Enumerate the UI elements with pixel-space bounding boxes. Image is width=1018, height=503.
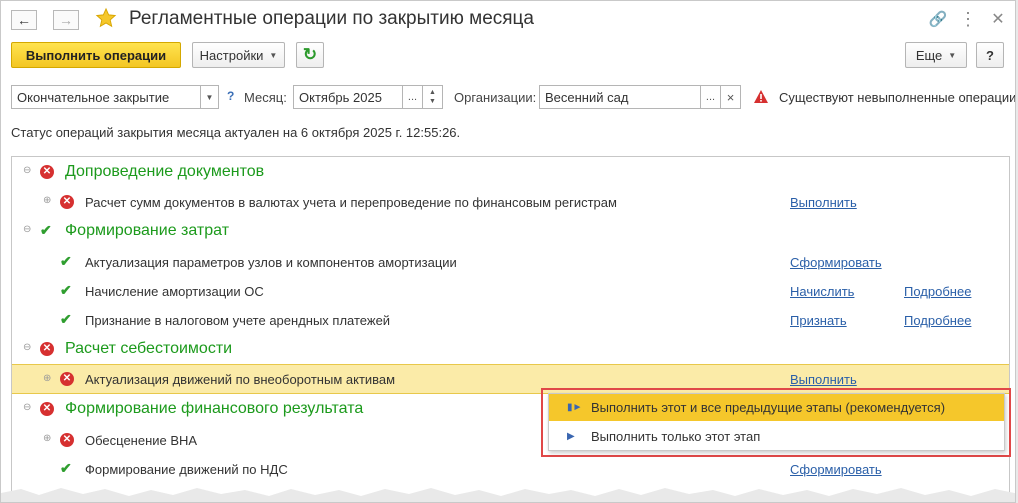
month-pick-button[interactable]: ...	[402, 85, 423, 109]
more-button[interactable]: Еще ▼	[905, 42, 967, 68]
error-icon: ✕	[40, 165, 54, 179]
double-arrow-icon: ▮►	[567, 402, 583, 413]
chevron-up-icon[interactable]: ▲	[429, 88, 436, 97]
warning-text: Существуют невыполненные операции	[779, 90, 1016, 105]
chevron-down-icon[interactable]: ▼	[200, 85, 219, 109]
menu-item-label: Выполнить этот и все предыдущие этапы (р…	[591, 400, 946, 415]
item-text: Признание в налоговом учете арендных пла…	[85, 313, 391, 328]
kebab-icon[interactable]: ⋮	[958, 9, 978, 29]
month-label: Месяц:	[244, 90, 287, 105]
details-link[interactable]: Подробнее	[904, 284, 971, 299]
error-icon: ✕	[40, 402, 54, 416]
window-title: Регламентные операции по закрытию месяца	[129, 8, 534, 29]
item-text: Актуализация параметров узлов и компонен…	[85, 255, 457, 270]
list-item[interactable]: ✔ Актуализация параметров узлов и компон…	[12, 247, 1009, 276]
check-icon: ✔	[60, 282, 72, 298]
chevron-down-icon: ▼	[269, 50, 278, 60]
list-item[interactable]: ⊕ ✕ Расчет сумм документов в валютах уче…	[12, 187, 1009, 216]
expand-icon[interactable]: ⊕	[43, 433, 51, 444]
group-title: Формирование затрат	[65, 222, 230, 239]
details-link[interactable]: Подробнее	[904, 313, 971, 328]
forward-button[interactable]: →	[53, 10, 79, 30]
collapse-icon[interactable]: ⊖	[23, 165, 31, 176]
action-link[interactable]: Выполнить	[790, 372, 857, 387]
execute-operations-button[interactable]: Выполнить операции	[11, 42, 181, 68]
check-icon: ✔	[40, 222, 52, 238]
help-mark[interactable]: ?	[227, 89, 234, 103]
list-item[interactable]: ✔ Начисление амортизации ОС Начислить По…	[12, 276, 1009, 305]
action-link[interactable]: Признать	[790, 313, 847, 328]
item-text: Актуализация движений по внеоборотным ак…	[85, 372, 396, 387]
link-icon[interactable]: 🔗	[928, 9, 948, 29]
help-button[interactable]: ?	[976, 42, 1004, 68]
item-text: Формирование движений по НДС	[85, 462, 288, 477]
group-row[interactable]: ⊖ ✕ Допроведение документов	[12, 158, 1009, 187]
action-link[interactable]: Начислить	[790, 284, 854, 299]
arrow-left-icon: ←	[17, 12, 31, 28]
arrow-right-icon: ▶	[567, 431, 575, 442]
group-title: Допроведение документов	[65, 163, 265, 180]
check-icon: ✔	[60, 311, 72, 327]
chevron-down-icon[interactable]: ▼	[429, 97, 436, 106]
collapse-icon[interactable]: ⊖	[23, 224, 31, 235]
execute-all-previous-item[interactable]: ▮► Выполнить этот и все предыдущие этапы…	[549, 394, 1004, 421]
torn-edge	[1, 488, 1015, 502]
month-stepper[interactable]: ▲ ▼	[422, 85, 443, 109]
warning-triangle-icon	[754, 90, 768, 103]
group-row[interactable]: ⊖ ✕ Расчет себестоимости	[12, 335, 1009, 364]
org-pick-button[interactable]: ...	[700, 85, 721, 109]
execute-popup-menu: ▮► Выполнить этот и все предыдущие этапы…	[548, 393, 1005, 451]
action-link[interactable]: Сформировать	[790, 462, 882, 477]
check-icon: ✔	[60, 460, 72, 476]
more-label: Еще	[915, 47, 943, 63]
error-icon: ✕	[60, 372, 74, 386]
back-button[interactable]: ←	[11, 10, 37, 30]
collapse-icon[interactable]: ⊖	[23, 342, 31, 353]
refresh-button[interactable]: ↻	[296, 42, 324, 68]
status-text: Статус операций закрытия месяца актуален…	[11, 125, 461, 140]
group-title: Формирование финансового результата	[65, 400, 364, 417]
organization-field[interactable]: Весенний сад	[539, 85, 701, 109]
execute-only-this-item[interactable]: ▶ Выполнить только этот этап	[549, 423, 1004, 450]
list-item[interactable]: ✔ Признание в налоговом учете арендных п…	[12, 305, 1009, 334]
error-icon: ✕	[40, 342, 54, 356]
month-field[interactable]: Октябрь 2025	[293, 85, 403, 109]
group-title: Расчет себестоимости	[65, 340, 233, 357]
item-text: Расчет сумм документов в валютах учета и…	[85, 195, 617, 210]
action-link[interactable]: Выполнить	[790, 195, 857, 210]
closing-mode-select[interactable]: Окончательное закрытие	[11, 85, 207, 109]
close-icon[interactable]: ✕	[988, 9, 1008, 29]
error-icon: ✕	[60, 195, 74, 209]
menu-item-label: Выполнить только этот этап	[591, 429, 761, 444]
expand-icon[interactable]: ⊕	[43, 195, 51, 206]
group-row[interactable]: ⊖ ✔ Формирование затрат	[12, 217, 1009, 246]
chevron-down-icon: ▼	[948, 50, 957, 60]
window: ← → Регламентные операции по закрытию ме…	[0, 0, 1016, 503]
arrow-right-icon: →	[59, 12, 73, 28]
refresh-icon: ↻	[302, 45, 318, 64]
error-icon: ✕	[60, 433, 74, 447]
item-text: Начисление амортизации ОС	[85, 284, 264, 299]
collapse-icon[interactable]: ⊖	[23, 402, 31, 413]
org-label: Организации:	[454, 90, 537, 105]
settings-button[interactable]: Настройки ▼	[192, 42, 285, 68]
star-icon[interactable]	[95, 7, 117, 29]
expand-icon[interactable]: ⊕	[43, 373, 51, 384]
item-text: Обесценение ВНА	[85, 433, 198, 448]
check-icon: ✔	[60, 253, 72, 269]
action-link[interactable]: Сформировать	[790, 255, 882, 270]
settings-label: Настройки	[199, 47, 264, 63]
org-clear-button[interactable]: ×	[720, 85, 741, 109]
